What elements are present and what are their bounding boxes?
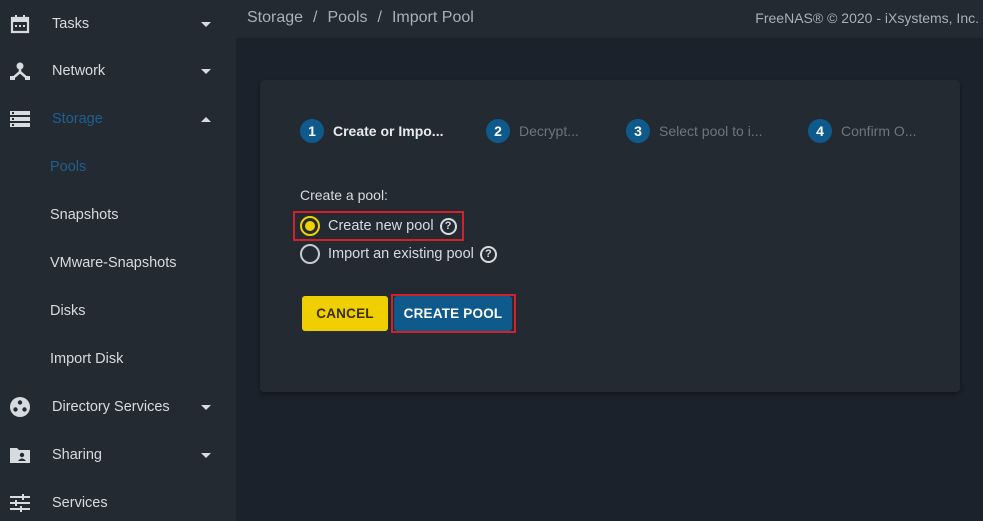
breadcrumb-separator: /: [313, 9, 318, 26]
radio-import-existing-pool[interactable]: Import an existing pool ?: [300, 244, 497, 264]
top-bar: Storage / Pools / Import Pool FreeNAS® ©…: [236, 0, 983, 38]
sidebar-item-tasks[interactable]: Tasks: [0, 0, 236, 48]
sidebar-item-label: Sharing: [52, 447, 102, 463]
create-pool-button[interactable]: CREATE POOL: [394, 296, 512, 331]
radio-unchecked-icon[interactable]: [300, 244, 320, 264]
wizard-step-4[interactable]: 4 Confirm O...: [808, 119, 916, 143]
sidebar-subitem-label: Snapshots: [50, 207, 119, 223]
breadcrumb: Storage / Pools / Import Pool: [247, 9, 474, 27]
step-number: 4: [808, 119, 832, 143]
sharing-folder-icon: [8, 443, 32, 467]
cancel-button[interactable]: CANCEL: [302, 296, 388, 331]
sidebar-item-directory-services[interactable]: Directory Services: [0, 383, 236, 431]
chevron-down-icon: [201, 404, 211, 410]
storage-icon: [8, 107, 32, 131]
sidebar-subitem-import-disk[interactable]: Import Disk: [0, 335, 236, 383]
sidebar-item-label: Tasks: [52, 16, 90, 32]
sidebar-item-label: Directory Services: [52, 399, 170, 415]
step-number: 2: [486, 119, 510, 143]
services-sliders-icon: [8, 491, 32, 515]
sidebar-item-network[interactable]: Network: [0, 47, 236, 95]
step-label: Decrypt...: [519, 123, 579, 139]
calendar-icon: [8, 12, 32, 36]
network-icon: [8, 59, 32, 83]
sidebar-subitem-label: Import Disk: [50, 351, 124, 367]
sidebar-item-sharing[interactable]: Sharing: [0, 431, 236, 479]
wizard-step-1[interactable]: 1 Create or Impo...: [300, 119, 443, 143]
breadcrumb-separator: /: [377, 9, 382, 26]
sidebar-item-label: Network: [52, 63, 106, 79]
sidebar-subitem-vmware-snapshots[interactable]: VMware-Snapshots: [0, 239, 236, 287]
directory-services-icon: [8, 395, 32, 419]
sidebar-subitem-pools[interactable]: Pools: [0, 143, 236, 191]
sidebar-subitem-label: Pools: [50, 159, 87, 175]
sidebar-subitem-label: Disks: [50, 303, 86, 319]
wizard-step-3[interactable]: 3 Select pool to i...: [626, 119, 763, 143]
sidebar-subitem-snapshots[interactable]: Snapshots: [0, 191, 236, 239]
chevron-up-icon: [201, 116, 211, 122]
breadcrumb-storage[interactable]: Storage: [247, 9, 303, 27]
step-label: Select pool to i...: [659, 123, 763, 139]
copyright-text: FreeNAS® © 2020 - iXsystems, Inc.: [755, 10, 979, 26]
radio-create-new-pool[interactable]: Create new pool ?: [300, 216, 457, 236]
radio-label: Import an existing pool: [328, 246, 474, 262]
chevron-down-icon: [201, 68, 211, 74]
sidebar: Tasks Network Storage Pools Snapshots VM…: [0, 0, 236, 521]
step-number: 3: [626, 119, 650, 143]
help-icon[interactable]: ?: [439, 217, 457, 235]
chevron-down-icon: [201, 452, 211, 458]
sidebar-item-label: Services: [52, 495, 108, 511]
sidebar-item-storage[interactable]: Storage: [0, 95, 236, 143]
wizard-step-2[interactable]: 2 Decrypt...: [486, 119, 579, 143]
import-pool-wizard-card: 1 Create or Impo... 2 Decrypt... 3 Selec…: [260, 80, 960, 392]
step-number: 1: [300, 119, 324, 143]
help-icon[interactable]: ?: [479, 245, 497, 263]
radio-checked-icon[interactable]: [300, 216, 320, 236]
sidebar-subitem-disks[interactable]: Disks: [0, 287, 236, 335]
sidebar-item-services[interactable]: Services: [0, 479, 236, 521]
chevron-down-icon: [201, 21, 211, 27]
step-label: Create or Impo...: [333, 123, 444, 139]
create-pool-label: Create a pool:: [300, 187, 388, 203]
breadcrumb-import-pool: Import Pool: [391, 9, 474, 26]
step-label: Confirm O...: [841, 123, 917, 139]
sidebar-subitem-label: VMware-Snapshots: [50, 255, 177, 271]
sidebar-item-label: Storage: [52, 111, 103, 127]
radio-label: Create new pool: [328, 218, 434, 234]
breadcrumb-pools[interactable]: Pools: [328, 9, 368, 27]
